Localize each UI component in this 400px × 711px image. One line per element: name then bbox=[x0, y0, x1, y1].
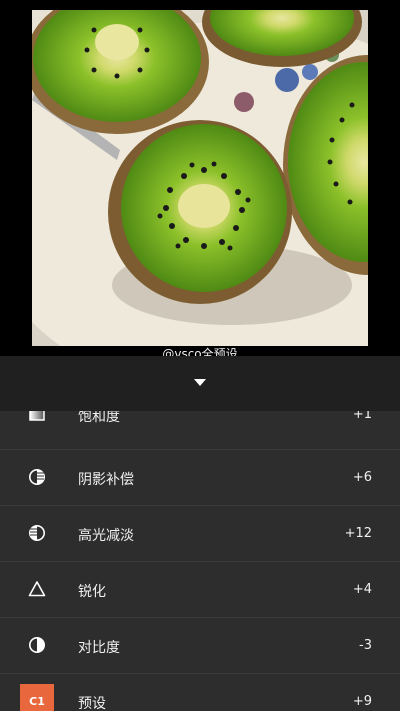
adjustment-row-contrast[interactable]: 对比度 -3 bbox=[0, 617, 400, 674]
adjustment-row-sharpen[interactable]: 锐化 +4 bbox=[0, 561, 400, 618]
chevron-down-icon[interactable] bbox=[194, 379, 206, 386]
saturation-icon bbox=[29, 411, 45, 421]
adjustment-row-highlights[interactable]: 高光减淡 +12 bbox=[0, 505, 400, 562]
adjustment-label: 高光减淡 bbox=[78, 528, 134, 544]
sharpen-icon bbox=[28, 581, 46, 597]
adjustment-value: +12 bbox=[344, 526, 372, 541]
adjustment-label: 锐化 bbox=[78, 584, 106, 600]
highlights-icon bbox=[29, 525, 45, 541]
adjustment-label: 阴影补偿 bbox=[78, 472, 134, 488]
adjustment-row-saturation[interactable]: 饱和度 +1 bbox=[0, 411, 400, 449]
adjustment-list: 饱和度 +1 阴影补偿 +6 高光减淡 +12 锐化 +4 对比度 -3 预设 … bbox=[0, 411, 400, 711]
adjustment-value: -3 bbox=[359, 638, 372, 653]
adjustment-row-preset[interactable]: 预设 +9 bbox=[0, 673, 400, 711]
adjustment-value: +9 bbox=[352, 694, 372, 709]
adjustment-label: 预设 bbox=[78, 696, 106, 711]
kiwi-photo[interactable] bbox=[32, 10, 368, 346]
adjustment-value: +1 bbox=[352, 411, 372, 422]
shadows-icon bbox=[29, 469, 45, 485]
photo-area bbox=[0, 0, 400, 356]
preset-badge[interactable]: C1 bbox=[20, 684, 54, 711]
adjustment-value: +4 bbox=[352, 582, 372, 597]
adjustment-value: +6 bbox=[352, 470, 372, 485]
adjustment-label: 对比度 bbox=[78, 640, 120, 656]
adjustment-row-shadows[interactable]: 阴影补偿 +6 bbox=[0, 449, 400, 506]
collapse-panel-bar[interactable] bbox=[0, 356, 400, 411]
contrast-icon bbox=[29, 637, 45, 653]
adjustment-label: 饱和度 bbox=[78, 411, 120, 425]
kiwi-image bbox=[32, 10, 368, 346]
